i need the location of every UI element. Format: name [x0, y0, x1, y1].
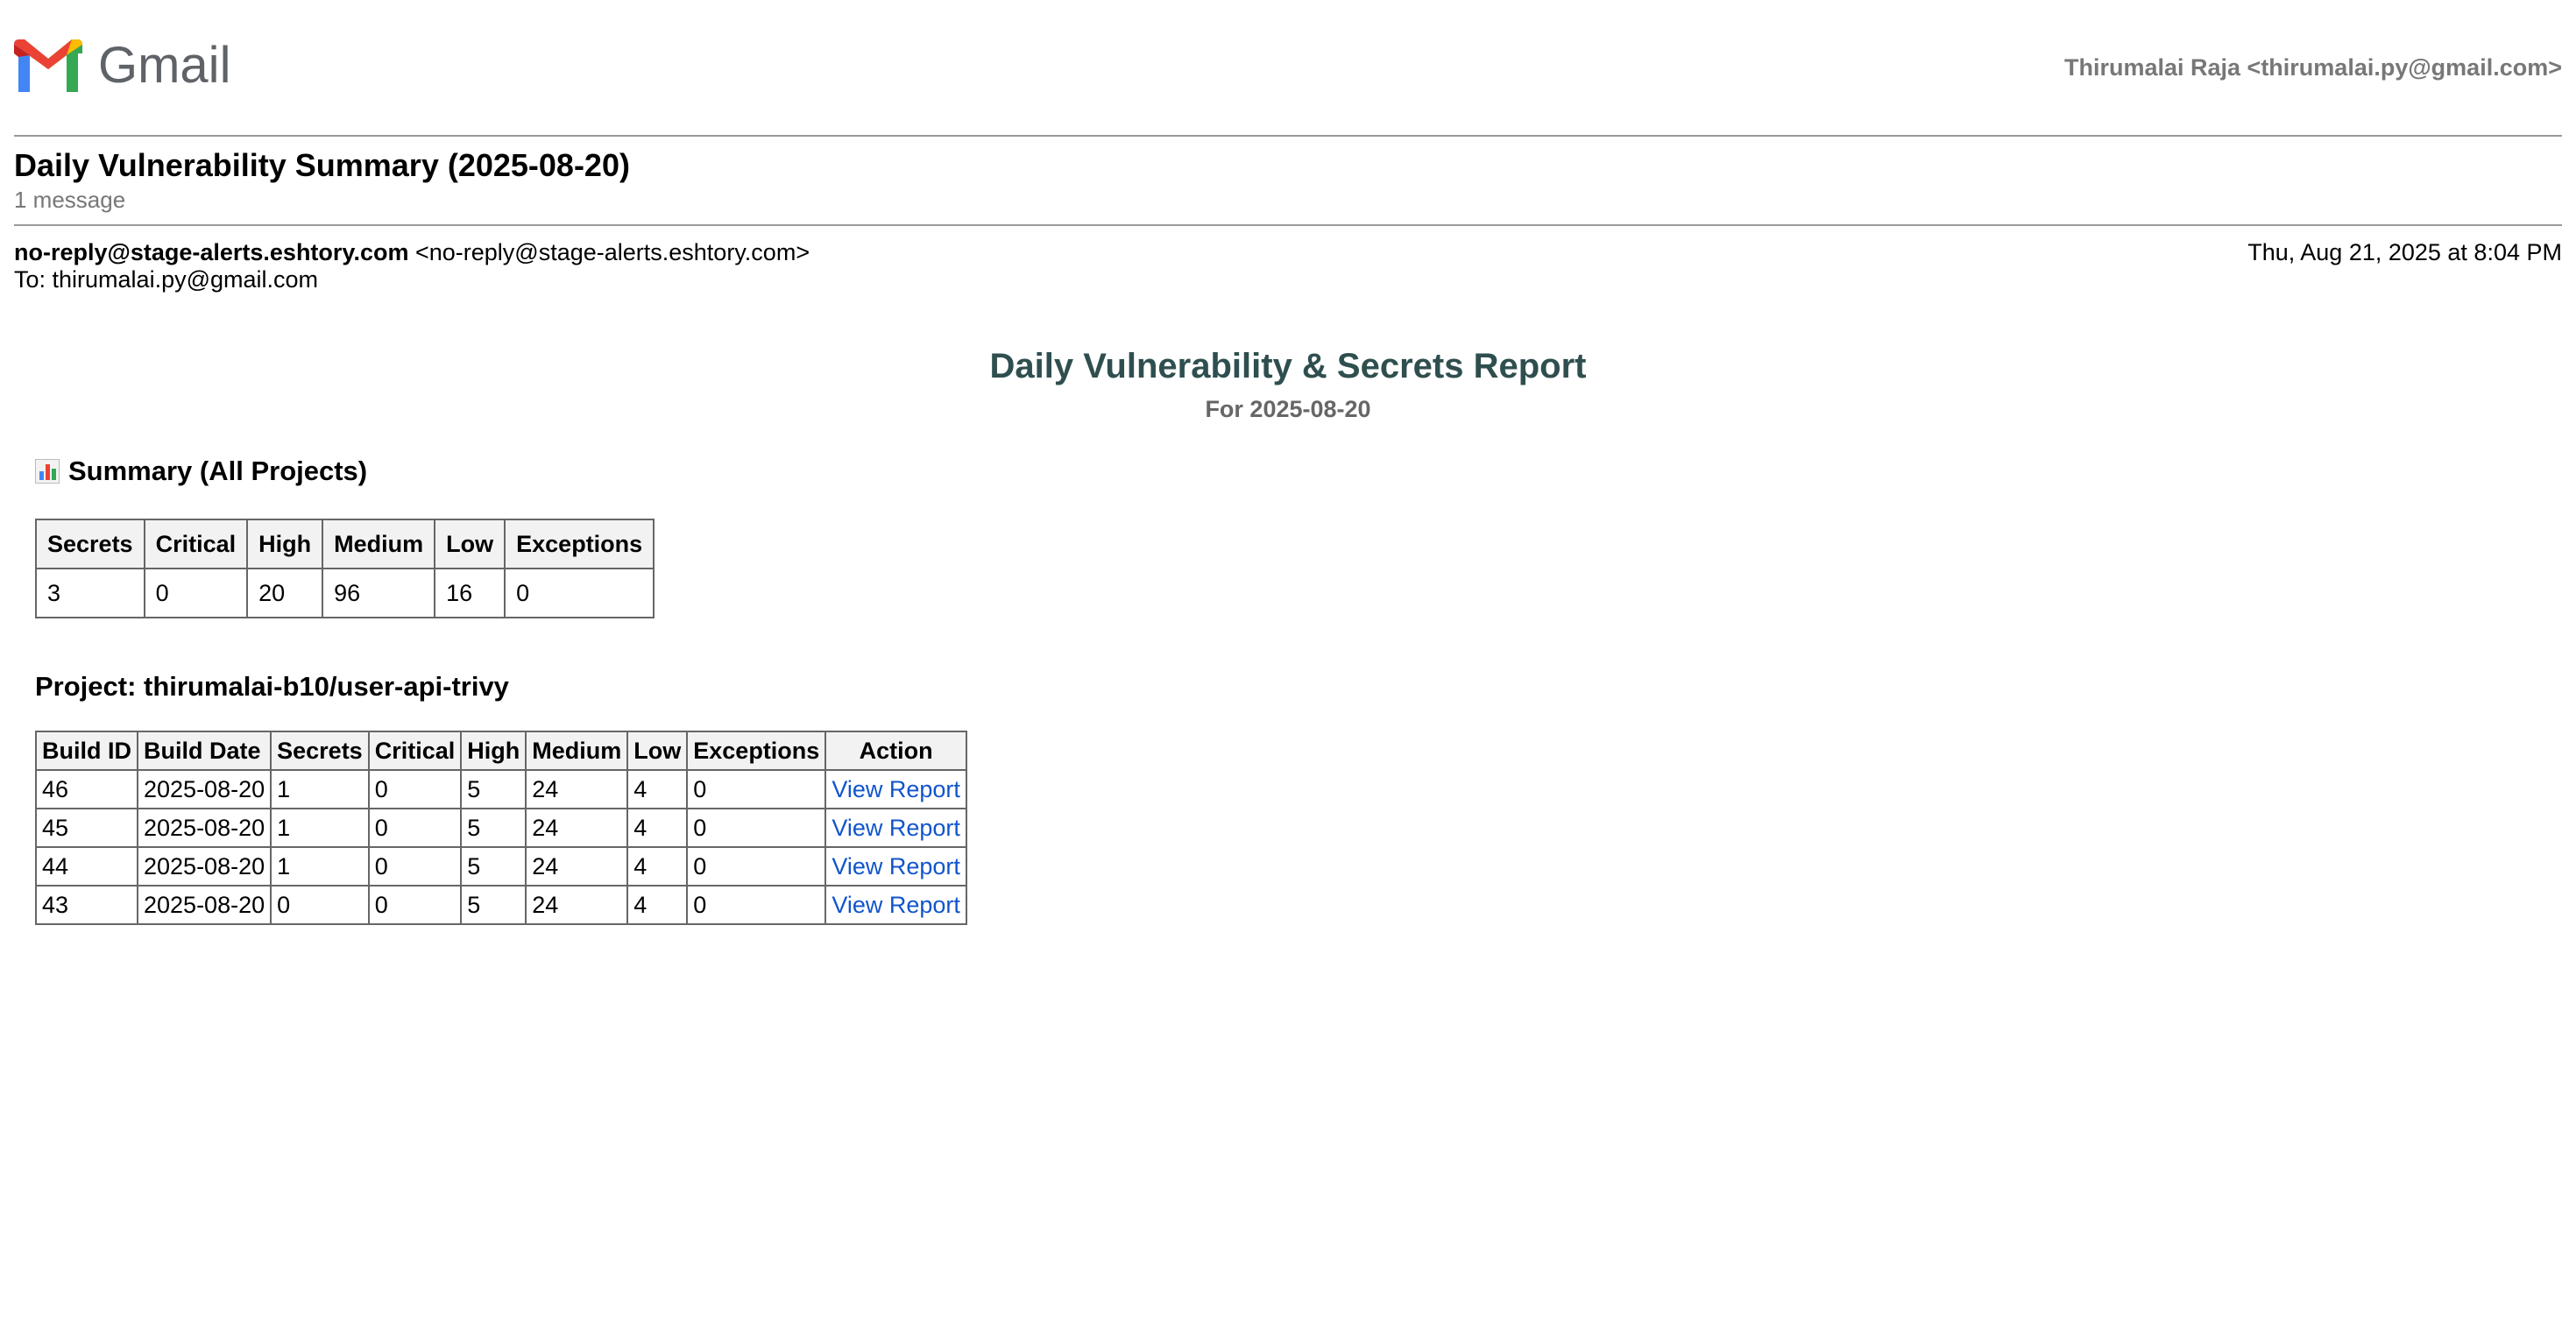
- cell-secrets: 1: [270, 846, 370, 887]
- cell-exceptions: 0: [686, 846, 827, 887]
- summary-value-secrets: 3: [35, 568, 145, 618]
- account-identity: Thirumalai Raja <thirumalai.py@gmail.com…: [2063, 54, 2562, 81]
- table-row: 44 2025-08-20 1 0 5 24 4 0 View Report: [35, 846, 967, 887]
- summary-col-critical: Critical: [143, 519, 249, 569]
- cell-exceptions: 0: [686, 885, 827, 925]
- table-row: 45 2025-08-20 1 0 5 24 4 0 View Report: [35, 808, 967, 848]
- cell-build-id: 43: [35, 885, 138, 925]
- cell-low: 4: [626, 885, 689, 925]
- project-col-action: Action: [824, 731, 967, 771]
- summary-col-secrets: Secrets: [35, 519, 145, 569]
- cell-critical: 0: [367, 769, 463, 809]
- cell-build-date: 2025-08-20: [136, 808, 272, 848]
- project-col-low: Low: [626, 731, 689, 771]
- cell-build-date: 2025-08-20: [136, 885, 272, 925]
- cell-low: 4: [626, 808, 689, 848]
- project-col-medium: Medium: [525, 731, 629, 771]
- action-cell: View Report: [824, 846, 967, 887]
- project-heading: Project: thirumalai-b10/user-api-trivy: [35, 671, 509, 702]
- report-subtitle: For 2025-08-20: [1205, 396, 1371, 422]
- gmail-logo: Gmail: [14, 39, 230, 93]
- cell-build-id: 45: [35, 808, 138, 848]
- summary-heading-text: Summary (All Projects): [68, 456, 368, 486]
- cell-build-date: 2025-08-20: [136, 769, 272, 809]
- cell-medium: 24: [525, 808, 629, 848]
- cell-critical: 0: [367, 808, 463, 848]
- summary-values-row: 3 0 20 96 16 0: [35, 568, 655, 618]
- sender-address: <no-reply@stage-alerts.eshtory.com>: [414, 239, 810, 265]
- email-subject: Daily Vulnerability Summary (2025-08-20): [14, 147, 630, 183]
- summary-value-critical: 0: [143, 568, 249, 618]
- summary-col-exceptions: Exceptions: [504, 519, 655, 569]
- summary-value-medium: 96: [322, 568, 436, 618]
- project-col-build-id: Build ID: [35, 731, 138, 771]
- project-col-build-date: Build Date: [136, 731, 272, 771]
- report-title: Daily Vulnerability & Secrets Report: [989, 347, 1587, 385]
- cell-high: 5: [460, 885, 527, 925]
- cell-critical: 0: [367, 885, 463, 925]
- summary-col-low: Low: [434, 519, 506, 569]
- project-header-row: Build ID Build Date Secrets Critical High Med…: [35, 731, 967, 771]
- cell-secrets: 0: [270, 885, 370, 925]
- project-col-secrets: Secrets: [270, 731, 370, 771]
- summary-col-high: High: [246, 519, 324, 569]
- email-print-view: Gmail Thirumalai Raja <thirumalai.py@gma…: [0, 0, 2576, 1321]
- summary-heading: Summary (All Projects): [35, 456, 367, 487]
- header: Gmail Thirumalai Raja <thirumalai.py@gma…: [14, 35, 2562, 96]
- cell-high: 5: [460, 769, 527, 809]
- summary-col-medium: Medium: [322, 519, 436, 569]
- cell-build-date: 2025-08-20: [136, 846, 272, 887]
- summary-header-row: Secrets Critical High Medium Low Exceptions: [35, 519, 655, 569]
- message-date: Thu, Aug 21, 2025 at 8:04 PM: [2247, 239, 2562, 265]
- cell-medium: 24: [525, 885, 629, 925]
- cell-low: 4: [626, 846, 689, 887]
- cell-high: 5: [460, 808, 527, 848]
- table-row: 46 2025-08-20 1 0 5 24 4 0 View Report: [35, 769, 967, 809]
- cell-secrets: 1: [270, 769, 370, 809]
- cell-medium: 24: [525, 769, 629, 809]
- project-col-exceptions: Exceptions: [686, 731, 827, 771]
- cell-high: 5: [460, 846, 527, 887]
- summary-value-low: 16: [434, 568, 506, 618]
- summary-value-high: 20: [246, 568, 324, 618]
- view-report-link[interactable]: View Report: [832, 815, 960, 841]
- project-col-critical: Critical: [367, 731, 463, 771]
- message-count: 1 message: [14, 187, 126, 213]
- cell-secrets: 1: [270, 808, 370, 848]
- recipient-line: To: thirumalai.py@gmail.com: [14, 266, 319, 293]
- action-cell: View Report: [824, 769, 967, 809]
- cell-critical: 0: [367, 846, 463, 887]
- view-report-link[interactable]: View Report: [832, 892, 960, 918]
- project-builds-table: Build ID Build Date Secrets Critical High Med…: [35, 731, 967, 925]
- header-divider: [14, 135, 2562, 137]
- action-cell: View Report: [824, 885, 967, 925]
- project-col-high: High: [460, 731, 527, 771]
- cell-exceptions: 0: [686, 808, 827, 848]
- table-row: 43 2025-08-20 0 0 5 24 4 0 View Report: [35, 885, 967, 925]
- cell-exceptions: 0: [686, 769, 827, 809]
- sender-name: no-reply@stage-alerts.eshtory.com: [14, 239, 409, 265]
- sender-line: no-reply@stage-alerts.eshtory.com <no-re…: [14, 239, 810, 266]
- summary-value-exceptions: 0: [504, 568, 655, 618]
- gmail-m-icon: [14, 39, 82, 92]
- cell-build-id: 46: [35, 769, 138, 809]
- gmail-wordmark: Gmail: [98, 37, 231, 94]
- bar-chart-icon: [35, 459, 60, 484]
- subject-divider: [14, 224, 2562, 226]
- view-report-link[interactable]: View Report: [832, 776, 960, 802]
- cell-build-id: 44: [35, 846, 138, 887]
- cell-low: 4: [626, 769, 689, 809]
- view-report-link[interactable]: View Report: [832, 853, 960, 879]
- summary-table: Secrets Critical High Medium Low Exceptions 3…: [35, 519, 655, 618]
- cell-medium: 24: [525, 846, 629, 887]
- action-cell: View Report: [824, 808, 967, 848]
